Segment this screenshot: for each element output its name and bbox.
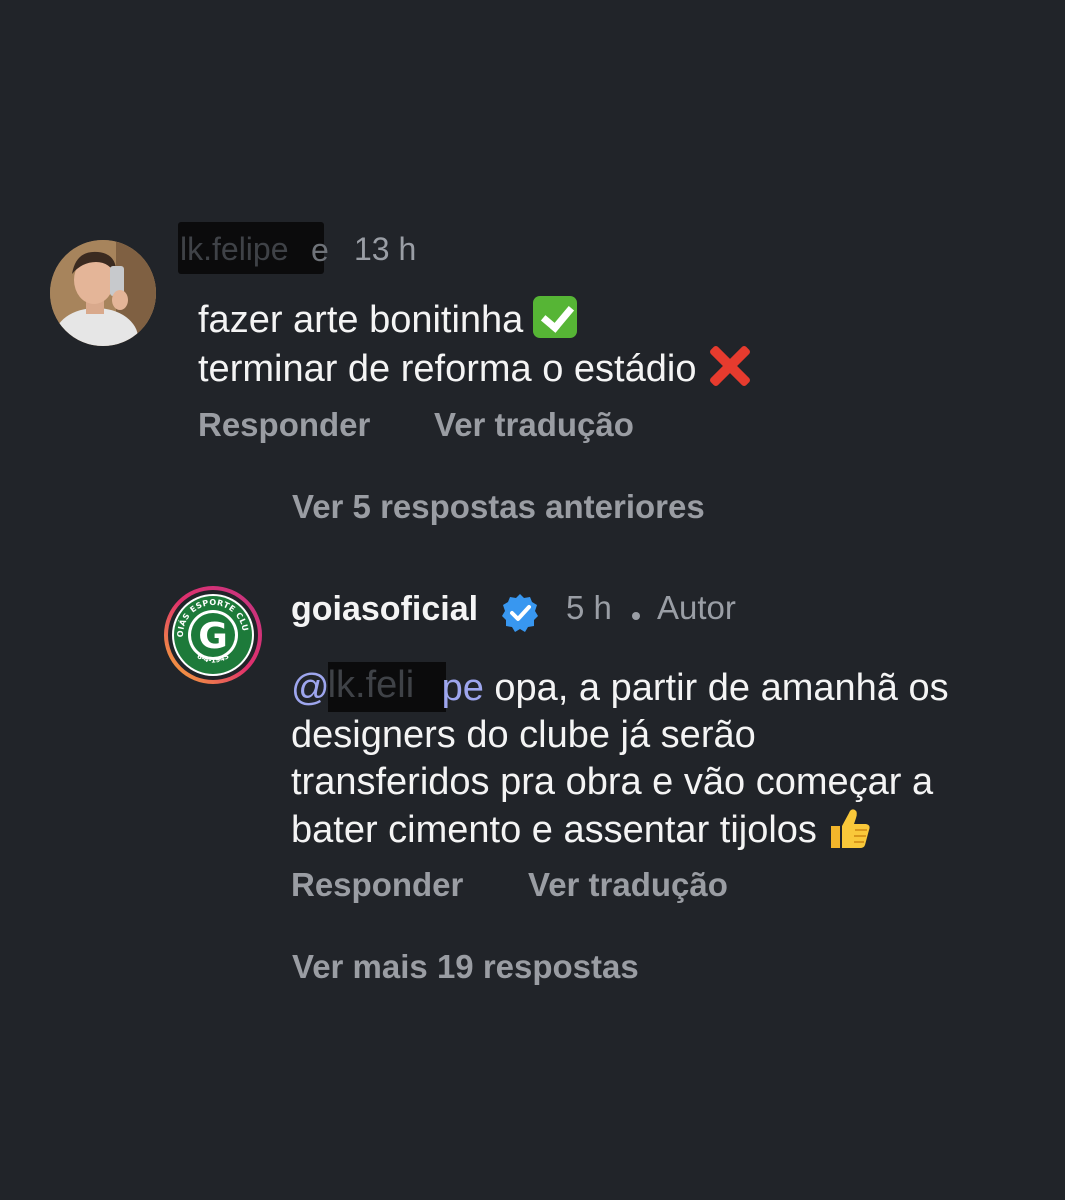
cross-mark-emoji-icon [708,343,752,387]
verified-badge-icon [499,592,541,634]
reply-text-line-3: transferidos pra obra e vão começar a [291,761,934,803]
reply-timestamp: 5 h [566,589,612,626]
reply-username[interactable]: goiasoficial [291,590,478,629]
reply-line-1-text: opa, a partir de amanhã os [483,667,949,709]
reply-button[interactable]: Responder [198,406,370,444]
mention-tail: pe [441,667,484,709]
separator-dot [632,612,640,620]
reply-text: @lk.feli pe opa, a partir de amanhã os de… [291,662,1051,854]
see-translation-button[interactable]: Ver tradução [528,866,728,904]
thumbs-up-emoji-icon [827,806,873,850]
mention-link[interactable]: @lk.feli pe [291,662,484,712]
view-more-replies-button[interactable]: Ver mais 19 respostas [292,948,639,986]
see-translation-button[interactable]: Ver tradução [434,406,634,444]
comment-line-1-text: fazer arte bonitinha [198,299,524,341]
reply-text-line-1: @lk.feli pe opa, a partir de amanhã os [291,662,1051,712]
comment-text-line-2: terminar de reforma o estádio [198,343,752,391]
reply-line-4-text: bater cimento e assentar tijolos [291,809,817,851]
mention-redacted: lk.feli [327,662,446,712]
comment-username-redacted[interactable]: lk.felipe [178,222,324,274]
reply-text-line-4: bater cimento e assentar tijolos [291,806,1051,854]
comment-text-line-1: fazer arte bonitinha [198,296,578,342]
view-previous-replies-button[interactable]: Ver 5 respostas anteriores [292,488,705,526]
comment-username-tail: e [311,232,329,268]
comment-line-2-text: terminar de reforma o estádio [198,348,697,390]
check-mark-emoji-icon [533,296,578,338]
comment-timestamp: 13 h [354,231,417,267]
mention-at: @ [291,667,330,709]
svg-text:G: G [198,616,228,657]
club-avatar[interactable]: GOIÁS ESPORTE CLUBE 6-4-1943 G [158,577,264,686]
author-badge: Autor [657,589,736,626]
reply-text-line-2: designers do clube já serão [291,714,756,756]
user-avatar[interactable] [50,240,156,346]
reply-button[interactable]: Responder [291,866,463,904]
